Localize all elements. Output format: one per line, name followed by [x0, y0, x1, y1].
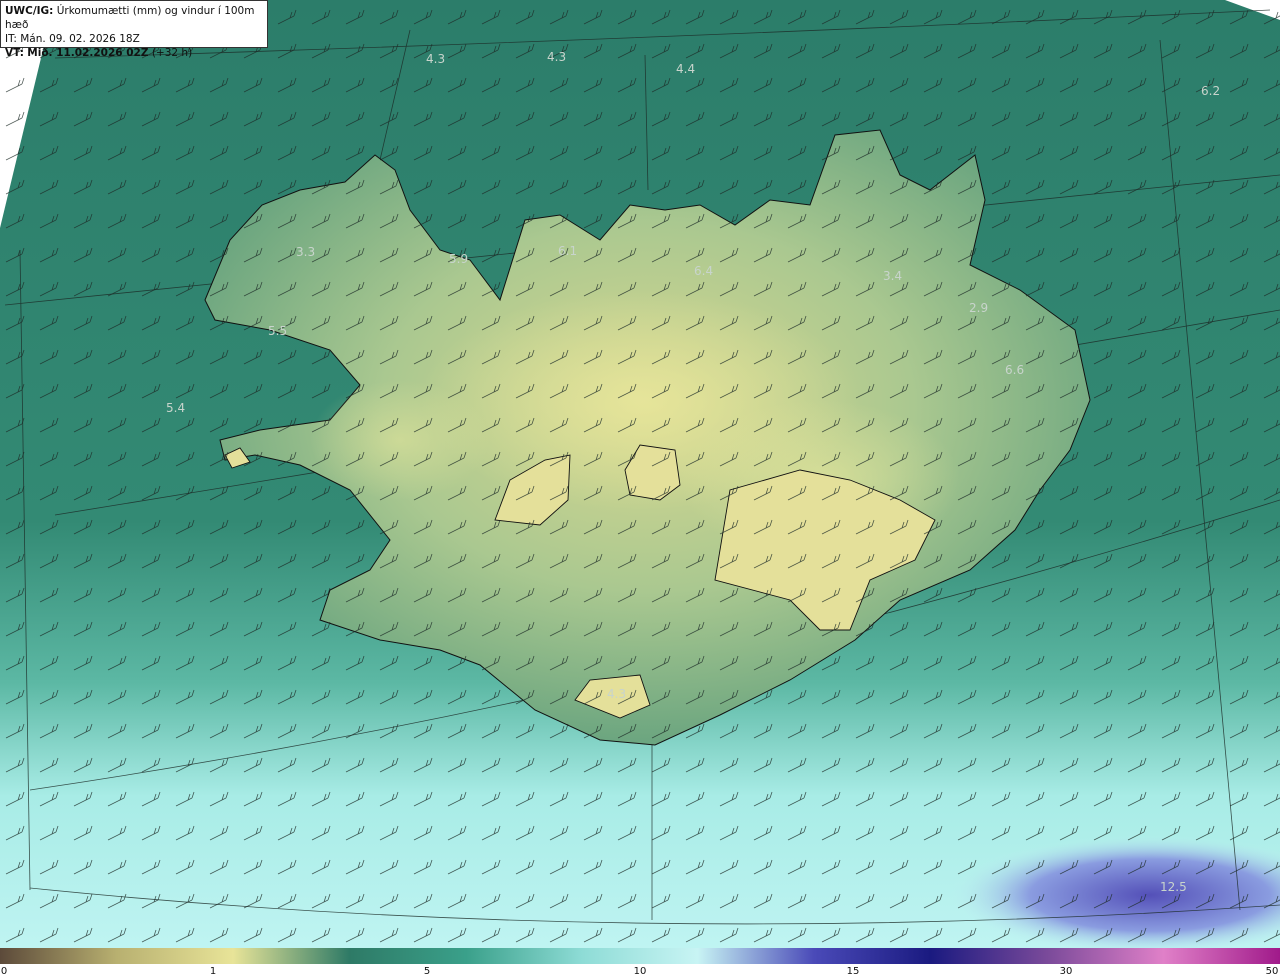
map-value: 6.1 — [558, 244, 577, 258]
map-value: 6.4 — [694, 264, 713, 278]
legend-tick: 10 — [633, 966, 647, 977]
valid-time: Mið. 11.02.2026 02Z — [27, 47, 149, 59]
map-value: 5.4 — [166, 401, 185, 415]
title-line: UWC/IG: Úrkomumætti (mm) og vindur í 100… — [5, 4, 263, 32]
legend-tick: 50 — [1265, 966, 1279, 977]
map-value: 4.3 — [607, 687, 626, 701]
map-value: 4.3 — [426, 52, 445, 66]
precipitation-map: 4.3 4.3 4.4 6.2 3.3 5.9 6.1 6.4 3.4 2.9 … — [0, 0, 1280, 948]
init-time-line: IT: Mán. 09. 02. 2026 18Z — [5, 33, 140, 45]
map-value: 6.2 — [1201, 84, 1220, 98]
init-time: Mán. 09. 02. 2026 18Z — [20, 33, 140, 45]
map-value: 2.9 — [969, 301, 988, 315]
map-value: 12.5 — [1160, 880, 1187, 894]
legend-tick: 1 — [209, 966, 217, 977]
lead-time: (+32 h) — [151, 47, 193, 59]
model-label: UWC/IG: — [5, 5, 54, 17]
legend-tick: 5 — [423, 966, 431, 977]
info-box: UWC/IG: Úrkomumætti (mm) og vindur í 100… — [0, 0, 268, 59]
map-value: 3.4 — [883, 269, 902, 283]
map-value: 3.3 — [296, 245, 315, 259]
map-value: 4.4 — [676, 62, 695, 76]
legend-tick: 30 — [1059, 966, 1073, 977]
map-value: 5.9 — [449, 252, 468, 266]
wind-barbs — [0, 0, 1280, 948]
valid-time-line: VT: Mið. 11.02.2026 02Z (+32 h) — [5, 47, 193, 59]
map-value: 4.3 — [547, 50, 566, 64]
map-value: 5.5 — [268, 324, 287, 338]
legend-tick: 15 — [846, 966, 860, 977]
legend-tick: 0 — [0, 966, 8, 977]
map-value: 6.6 — [1005, 363, 1024, 377]
